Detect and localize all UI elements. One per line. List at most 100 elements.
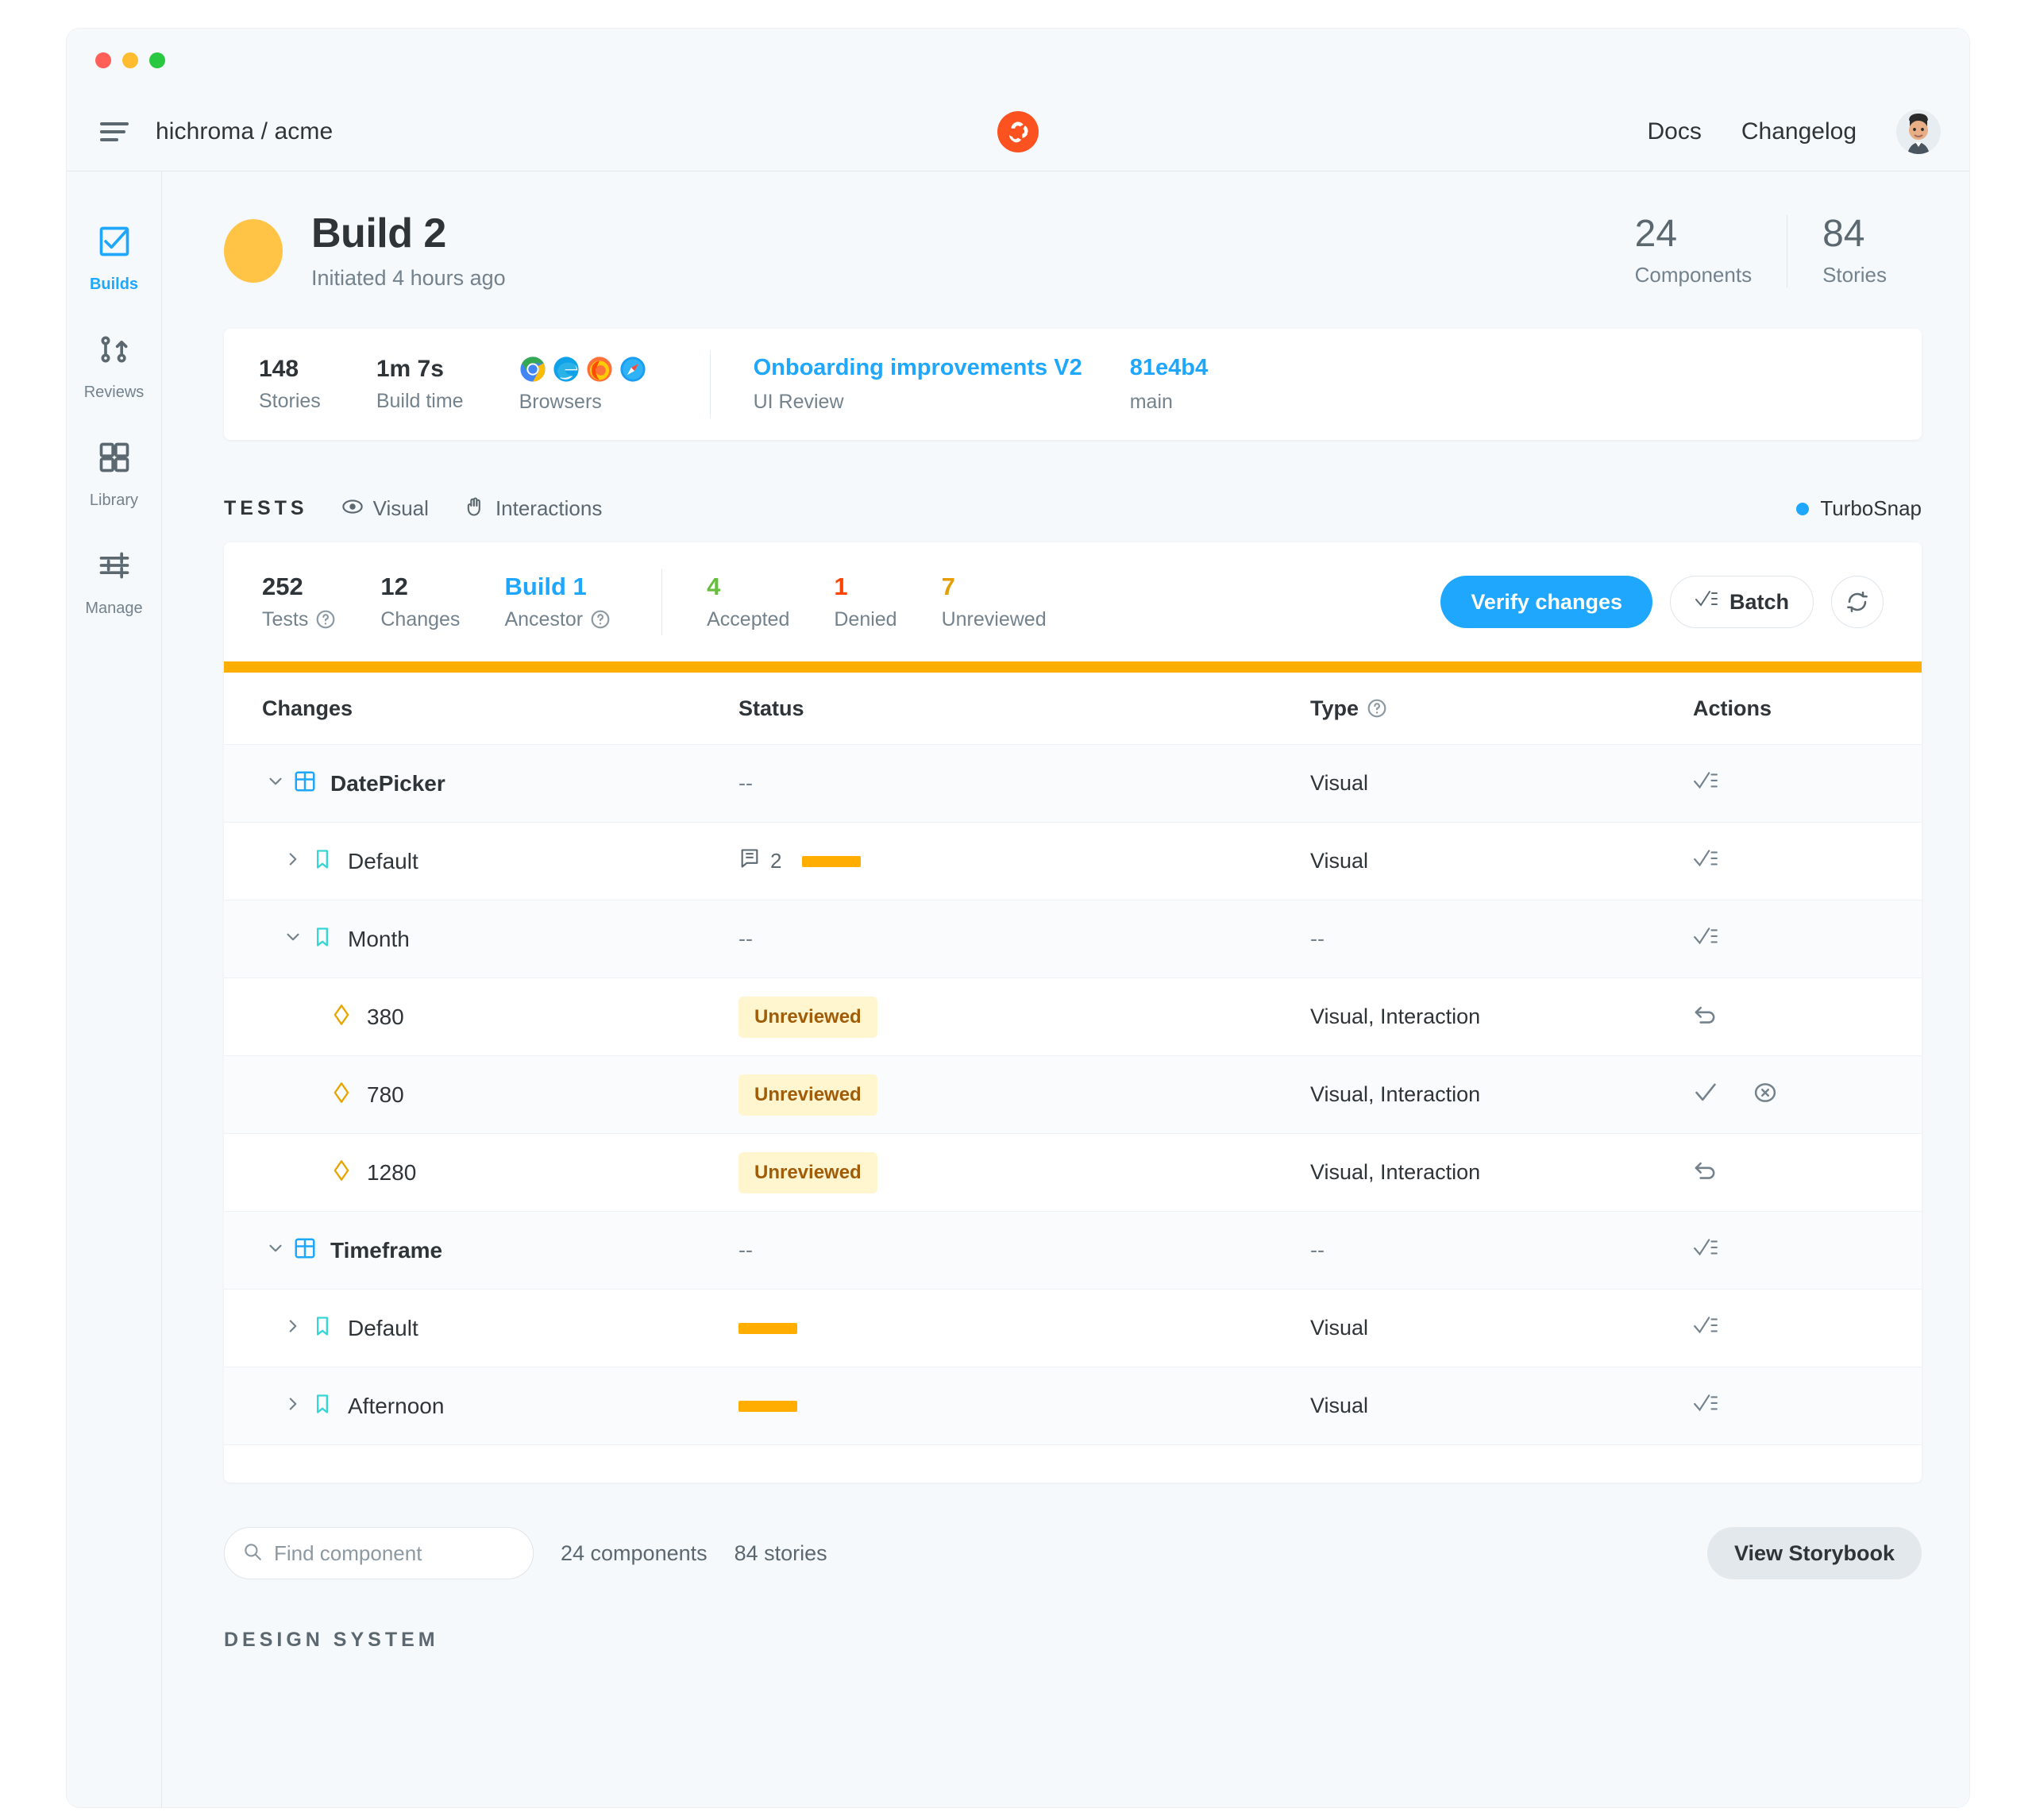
stat-label: Browsers [519,390,602,413]
chevron-down-icon[interactable] [262,1238,289,1263]
page-title: Build 2 [311,210,446,256]
batch-button[interactable]: Batch [1669,576,1814,629]
chevron-right-icon[interactable] [280,1394,307,1418]
actions-cell [1693,1315,1884,1341]
deny-circle-x-button[interactable] [1753,1081,1777,1109]
chevron-right-icon[interactable] [280,849,307,873]
tests-section-header: TESTS Visual Interactions TurboSnap [224,495,1922,522]
help-icon[interactable] [590,609,611,630]
table-row[interactable]: 780 Unreviewed Visual, Interaction [224,1055,1922,1134]
table-row[interactable]: DatePicker -- Visual [224,744,1922,823]
chevron-right-icon[interactable] [280,1316,307,1340]
help-icon[interactable] [1367,698,1387,719]
batch-accept-button[interactable] [1693,848,1718,874]
grid-icon [97,440,132,479]
stat-label: Changes [380,607,461,630]
meta-stat-stories: 148 Stories [259,356,321,413]
pr-subtitle: UI Review [753,390,844,413]
chromatic-logo[interactable] [997,110,1039,152]
turbosnap-dot-icon [1796,502,1810,515]
build-progress-bar [224,661,1922,673]
commit-link[interactable]: 81e4b4 [1130,355,1208,381]
story-icon [311,1393,334,1419]
avatar[interactable] [1896,109,1941,154]
main-content: Build 2 Initiated 4 hours ago 2 4 Compone… [162,172,1969,1807]
batch-accept-button[interactable] [1693,1315,1718,1341]
stat-label: Stories [259,390,321,413]
turbosnap-indicator[interactable]: TurboSnap [1796,496,1922,521]
refresh-icon[interactable] [1831,576,1884,629]
status-badge: Unreviewed [738,1074,877,1116]
undo-button[interactable] [1693,1004,1718,1030]
stat-value: 4 [707,572,721,600]
build-subtitle: Initiated 4 hours ago [311,266,506,291]
table-row[interactable]: 1280 Unreviewed Visual, Interaction [224,1133,1922,1211]
browser-icons [519,356,646,383]
tab-interactions[interactable]: Interactions [464,495,602,522]
table-row[interactable]: Default Visual [224,1289,1922,1367]
actions-cell [1693,1004,1884,1030]
accept-check-button[interactable] [1693,1082,1718,1108]
deny-circle-x-icon [1753,1081,1777,1109]
stat-value: 84 [1822,212,1865,255]
pr-title-link[interactable]: Onboarding improvements V2 [754,355,1082,381]
stat-label: Tests [262,608,336,631]
search-input-wrapper[interactable] [224,1527,534,1580]
help-icon[interactable] [315,609,336,630]
hamburger-icon[interactable] [86,120,143,144]
window-minimize-button[interactable] [122,52,138,68]
table-row[interactable]: Afternoon Visual [224,1367,1922,1445]
batch-accept-button[interactable] [1693,1393,1718,1419]
sidebar-item-builds[interactable]: Builds [67,206,161,314]
build-metadata-card: 148 Stories 1m 7s Build time Browsers On… [224,329,1922,441]
viewport-icon [330,1081,353,1109]
batch-accept-icon [1693,1393,1718,1419]
viewport-icon [326,1159,357,1186]
row-name: 380 [367,1004,404,1029]
safari-icon [619,356,646,383]
table-body: DatePicker -- Visual Default 2 Visual Month -- -… [224,744,1922,1445]
column-header-changes: Changes [262,696,353,720]
stat-label: Components [1634,262,1753,287]
status-cell: -- [738,927,1310,951]
comment-count[interactable]: 2 [738,847,781,875]
tab-visual[interactable]: Visual [341,495,429,522]
divider [661,569,663,636]
table-row[interactable]: Month -- -- [224,900,1922,978]
component-footer-bar: 24 components 84 stories View Storybook [224,1527,1922,1580]
window-maximize-button[interactable] [149,52,165,68]
chevron-down-icon [265,771,286,796]
batch-accept-button[interactable] [1693,926,1718,952]
status-cell: Unreviewed [738,1151,1310,1193]
table-row[interactable]: 380 Unreviewed Visual, Interaction [224,977,1922,1055]
window-close-button[interactable] [95,52,111,68]
view-storybook-button[interactable]: View Storybook [1706,1527,1922,1580]
viewport-icon [330,1003,353,1031]
actions-cell [1693,848,1884,874]
search-input[interactable] [274,1540,515,1566]
column-header-status: Status [738,696,804,720]
type-cell: -- [1310,1238,1325,1263]
type-cell: Visual [1310,849,1369,873]
ancestor-build-link[interactable]: Build 1 [504,573,611,600]
sidebar: Builds Reviews Library Manage [67,172,162,1807]
chevron-down-icon[interactable] [280,927,307,951]
component-icon [293,1236,317,1264]
table-row[interactable]: Default 2 Visual [224,822,1922,900]
header-link-docs[interactable]: Docs [1648,118,1702,145]
header-link-changelog[interactable]: Changelog [1741,118,1857,145]
breadcrumb[interactable]: hichroma / acme [156,118,333,145]
sidebar-item-library[interactable]: Library [67,422,161,530]
undo-button[interactable] [1693,1159,1718,1186]
sidebar-item-reviews[interactable]: Reviews [67,314,161,422]
batch-accept-button[interactable] [1693,770,1718,796]
sidebar-item-manage[interactable]: Manage [67,530,161,638]
batch-accept-button[interactable] [1693,1237,1718,1263]
verify-changes-button[interactable]: Verify changes [1440,576,1652,629]
table-row[interactable]: Timeframe -- -- [224,1211,1922,1290]
actions-cell [1693,770,1884,796]
row-name: Default [348,1315,418,1340]
chevron-down-icon[interactable] [262,771,289,796]
status-cell: Unreviewed [738,1074,1310,1116]
stat-value: 12 [380,572,408,600]
